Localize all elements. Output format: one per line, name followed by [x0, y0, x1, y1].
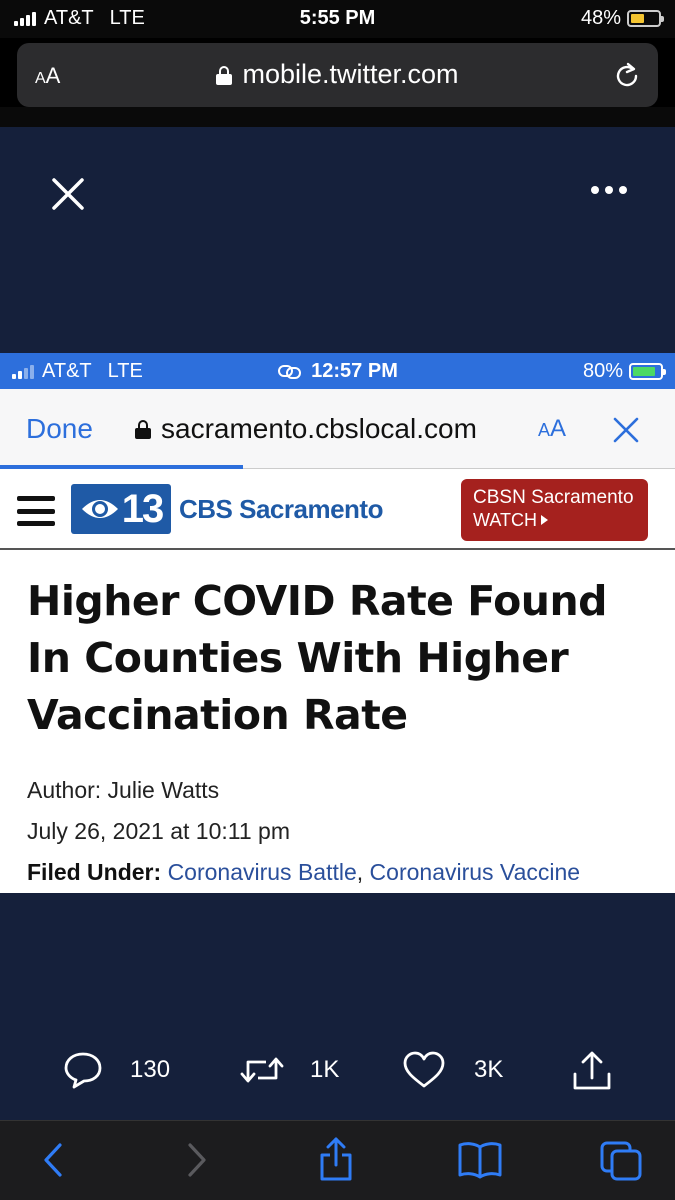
battery-percent: 48% [580, 7, 621, 29]
text-size-button[interactable]: AA [538, 415, 566, 443]
watch-label: WATCH [473, 510, 537, 530]
battery-status: 48% [580, 7, 664, 30]
done-button[interactable]: Done [26, 413, 93, 445]
status-time: 5:55 PM [299, 7, 376, 29]
inner-status-bar: AT&T LTE 12:57 PM 80% [0, 353, 675, 389]
reload-icon[interactable] [612, 61, 642, 91]
category-link[interactable]: Coronavirus Battle [168, 859, 357, 885]
reply-button[interactable]: 130 [62, 1050, 170, 1090]
share-icon [573, 1051, 611, 1090]
url-text: mobile.twitter.com [242, 59, 459, 89]
cbs-eye-logo: 13 [71, 484, 171, 534]
like-count: 3K [474, 1056, 504, 1083]
close-icon[interactable] [612, 416, 640, 444]
cbsn-title: CBSN Sacramento [473, 487, 634, 508]
battery-icon [627, 10, 664, 27]
cbs-eye-icon [81, 500, 118, 518]
tabs-icon[interactable] [598, 1139, 644, 1183]
article-date: July 26, 2021 at 10:11 pm [27, 818, 290, 844]
inner-url-display[interactable]: sacramento.cbslocal.com [135, 413, 515, 445]
category-separator: , [356, 859, 370, 885]
tweet-share-button[interactable] [570, 1050, 614, 1092]
battery-percent: 80% [582, 360, 623, 382]
forward-icon[interactable] [182, 1139, 212, 1181]
category-link[interactable]: Coronavirus Vaccine [370, 859, 581, 885]
logo-number: 13 [121, 486, 164, 531]
article-filed-under: Filed Under: Coronavirus Battle, Coronav… [27, 859, 580, 886]
site-header: 13 CBS Sacramento CBSN Sacramento WATCH [0, 470, 675, 550]
heart-icon [403, 1051, 445, 1088]
inner-time-text: 12:57 PM [311, 360, 398, 382]
url-display[interactable]: mobile.twitter.com [17, 59, 658, 90]
cbsn-watch-row: WATCH [473, 509, 636, 531]
cbsn-watch-button[interactable]: CBSN Sacramento WATCH [461, 479, 648, 541]
reply-icon [64, 1052, 102, 1089]
outer-status-bar: AT&T LTE 5:55 PM 48% [0, 0, 675, 38]
lock-icon [216, 65, 233, 85]
divider [0, 107, 675, 127]
article-author: Author: Julie Watts [27, 777, 220, 803]
share-icon[interactable] [316, 1135, 356, 1183]
site-logo[interactable]: 13 CBS Sacramento [71, 484, 383, 534]
retweet-count: 1K [310, 1056, 340, 1083]
embedded-screenshot: AT&T LTE 12:57 PM 80% Done sacramento.cb… [0, 353, 675, 893]
charging-battery-icon [629, 363, 666, 380]
inner-url-text: sacramento.cbslocal.com [161, 413, 477, 444]
page-load-progress [0, 465, 243, 469]
like-button[interactable]: 3K [402, 1050, 503, 1090]
tweet-actions: 130 1K 3K [0, 1040, 675, 1100]
close-icon[interactable] [50, 176, 86, 212]
retweet-button[interactable]: 1K [238, 1050, 339, 1090]
address-bar[interactable]: AA mobile.twitter.com [17, 43, 658, 107]
filed-label: Filed Under: [27, 859, 162, 885]
retweet-icon [240, 1057, 284, 1083]
bookmarks-icon[interactable] [456, 1139, 504, 1181]
call-link-icon [278, 364, 302, 379]
safari-toolbar [0, 1120, 675, 1200]
back-icon[interactable] [38, 1139, 68, 1181]
lock-icon [135, 420, 151, 439]
battery-status: 80% [582, 360, 666, 383]
more-icon[interactable] [591, 186, 627, 194]
menu-icon[interactable] [17, 496, 55, 526]
inner-status-time: 12:57 PM [0, 360, 675, 383]
logo-name: CBS Sacramento [179, 493, 383, 524]
inner-browser-bar: Done sacramento.cbslocal.com AA [0, 389, 675, 469]
article-headline: Higher COVID Rate Found In Counties With… [27, 577, 608, 739]
play-icon [540, 515, 548, 525]
reply-count: 130 [130, 1056, 171, 1083]
